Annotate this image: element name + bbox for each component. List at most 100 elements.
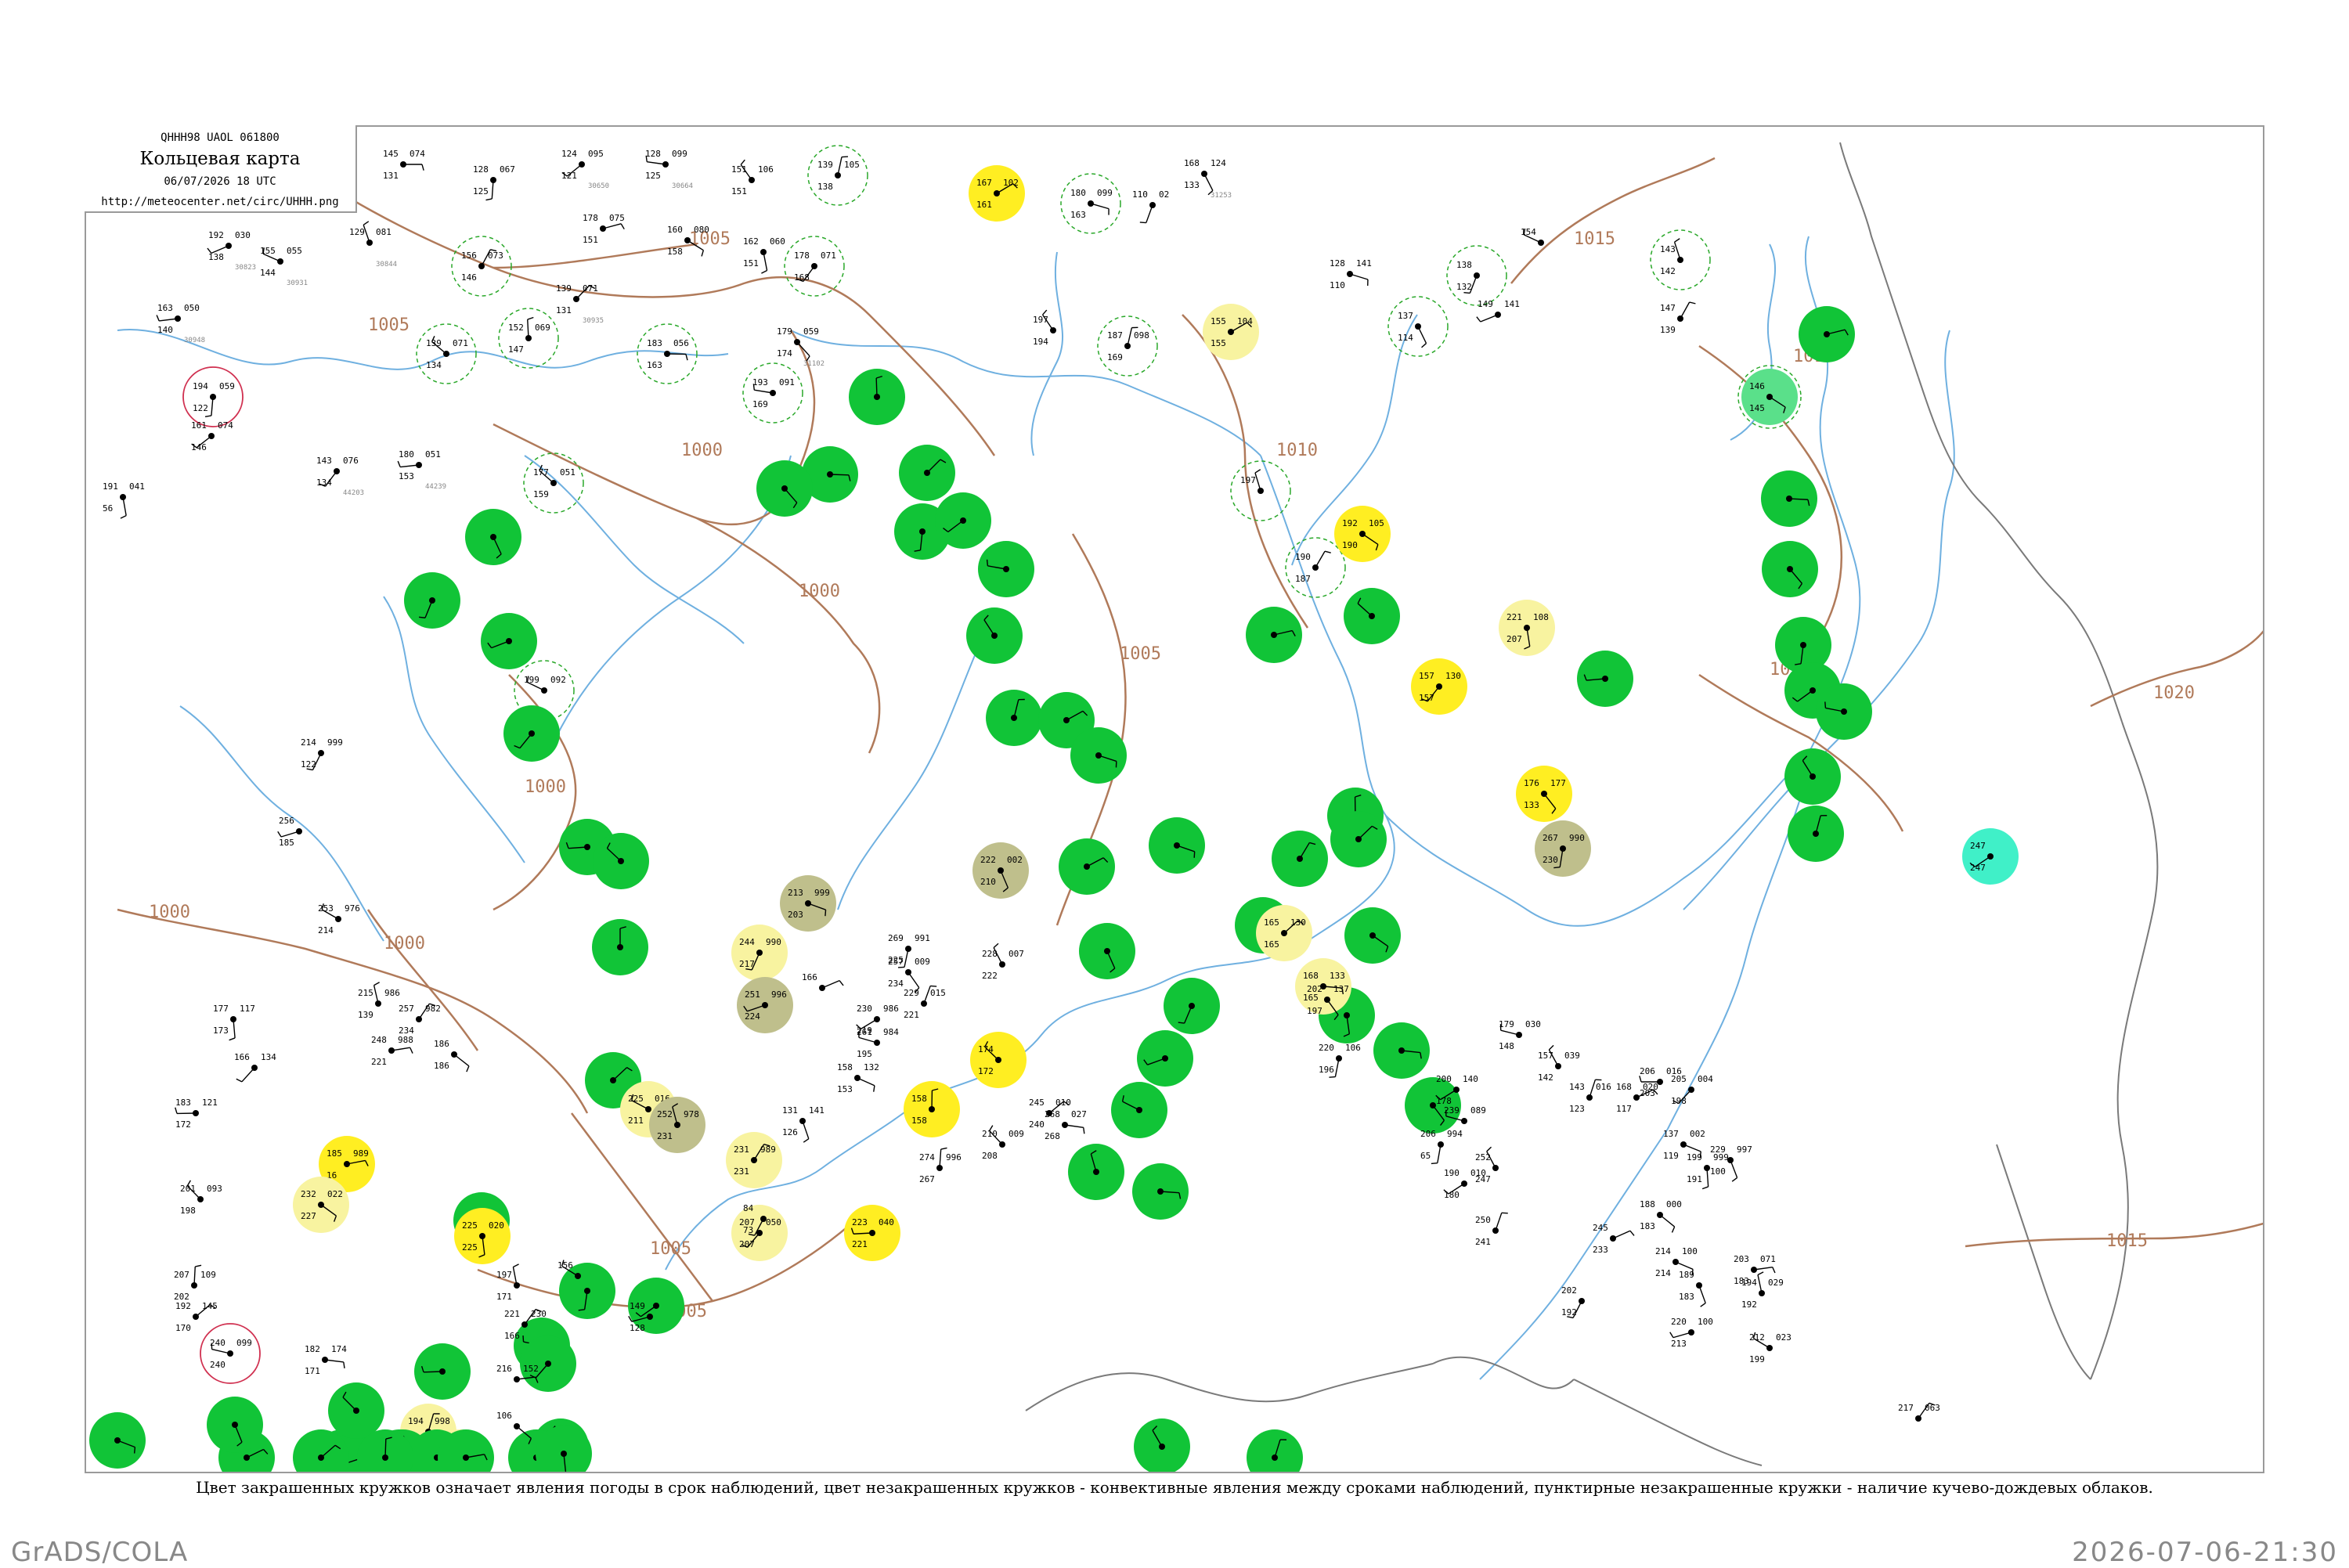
station[interactable]: 180163099 [1061,174,1120,233]
station[interactable] [207,1397,263,1453]
station[interactable] [966,607,1023,664]
station[interactable]: 12908130844 [349,222,397,269]
station[interactable]: 143142 [1651,230,1710,290]
station[interactable]: 188183000 [1640,1199,1682,1232]
station[interactable] [986,690,1042,746]
station[interactable] [899,445,955,501]
station[interactable] [1799,306,1855,362]
station[interactable]: 147139 [1660,302,1695,335]
station[interactable] [1246,607,1302,663]
station[interactable]: 156146073 [452,236,511,296]
station[interactable]: 177159051 [524,453,583,513]
station[interactable]: 158153132 [837,1062,879,1094]
station[interactable]: 157157130 [1411,658,1467,715]
station[interactable]: 13913107130935 [556,283,604,325]
station[interactable] [1070,727,1127,784]
station[interactable] [1079,923,1135,979]
station[interactable] [1816,683,1872,740]
station[interactable]: 162151060 [743,236,785,273]
station[interactable]: 207207050 [731,1205,788,1261]
station[interactable]: 207202109 [174,1265,216,1302]
station[interactable]: 212199023 [1749,1332,1792,1364]
station[interactable]: 14313407644203 [316,456,364,497]
station[interactable]: 131126141 [782,1105,824,1142]
station[interactable]: 149141 [1477,299,1520,322]
station[interactable] [1788,806,1844,862]
station[interactable]: 16813312431253 [1184,158,1232,200]
station[interactable]: 176133177 [1516,766,1572,822]
station[interactable]: 205198004 [1671,1074,1713,1106]
station[interactable] [849,369,905,425]
station[interactable]: 240240099 [200,1324,260,1383]
station[interactable] [1059,838,1115,895]
station[interactable]: 167161102 [969,165,1025,222]
station[interactable] [1330,811,1387,867]
station[interactable]: 137114 [1388,297,1448,356]
station[interactable] [592,919,648,975]
station[interactable] [1344,588,1400,644]
station[interactable]: 15514405530931 [260,246,308,287]
station[interactable]: 252231978 [649,1097,705,1153]
station[interactable] [1111,1082,1167,1138]
station[interactable] [503,705,560,762]
station[interactable]: 177173117 [213,1004,255,1040]
synoptic-map[interactable]: 1005100510001000100010001000100510051010… [86,127,2264,1473]
station[interactable]: 182171174 [305,1344,347,1376]
station[interactable]: 11002 [1132,189,1169,223]
station[interactable]: 251224996 [737,977,793,1033]
station[interactable]: 128110141 [1330,258,1372,290]
station[interactable]: 202192 [1561,1285,1585,1317]
station[interactable]: 139134071 [417,324,476,384]
station[interactable]: 183172121 [175,1098,218,1130]
station[interactable]: 213203999 [780,875,836,932]
station[interactable]: 222210002 [972,842,1029,899]
station[interactable] [1373,1022,1430,1079]
station[interactable]: 16314005030948 [157,303,205,344]
station[interactable]: 145131074 [383,149,425,181]
station[interactable]: 268268027 [1045,1109,1087,1141]
station[interactable] [1068,1144,1124,1200]
station[interactable]: 248221988 [371,1035,413,1067]
station[interactable]: 223221040 [844,1205,900,1261]
station[interactable]: 157142039 [1538,1045,1580,1083]
station[interactable] [328,1382,384,1439]
station[interactable]: 197 [1231,461,1290,521]
station[interactable] [404,572,460,629]
station[interactable]: 274267996 [919,1148,962,1184]
station[interactable]: 186186 [434,1039,469,1072]
station[interactable] [756,460,813,517]
station[interactable]: 192190105 [1334,506,1391,562]
station[interactable]: 261195984 [857,1027,899,1059]
station[interactable]: 189183 [1679,1270,1705,1307]
station[interactable]: 139138105 [808,146,868,205]
station[interactable] [1344,907,1401,964]
station[interactable] [1137,1030,1193,1087]
station[interactable]: 179148030 [1499,1019,1541,1051]
station[interactable]: 229100997 [1710,1144,1752,1181]
station[interactable]: 231231989 [726,1132,782,1188]
station[interactable]: 158158 [904,1081,960,1137]
station[interactable] [1132,1163,1189,1220]
station[interactable]: 174172 [970,1032,1027,1088]
station[interactable] [1134,1418,1190,1473]
station[interactable]: 128125067 [473,164,515,200]
station[interactable]: 12812509930664 [645,149,693,190]
station[interactable]: 232227022 [293,1177,349,1233]
station[interactable] [559,1263,615,1319]
station[interactable]: 217063 [1898,1403,1940,1422]
station[interactable]: 215139986 [358,982,400,1020]
station[interactable]: 187169098 [1098,316,1157,376]
station[interactable] [1164,978,1220,1034]
station[interactable]: 229221015 [904,986,946,1020]
map-url[interactable]: http://meteocenter.net/circ/UHHH.png [85,196,355,208]
station[interactable]: 143123016 [1569,1080,1611,1114]
station[interactable]: 250241 [1475,1213,1508,1247]
station[interactable]: 192170145 [175,1301,218,1333]
station[interactable]: 210208009 [982,1126,1024,1161]
station[interactable]: 12412109530650 [561,149,609,190]
station[interactable] [465,509,521,565]
station[interactable]: 267230990 [1535,820,1591,877]
station[interactable] [1577,651,1633,707]
station[interactable]: 20665994 [1420,1129,1463,1163]
station[interactable]: 166134 [234,1052,276,1082]
